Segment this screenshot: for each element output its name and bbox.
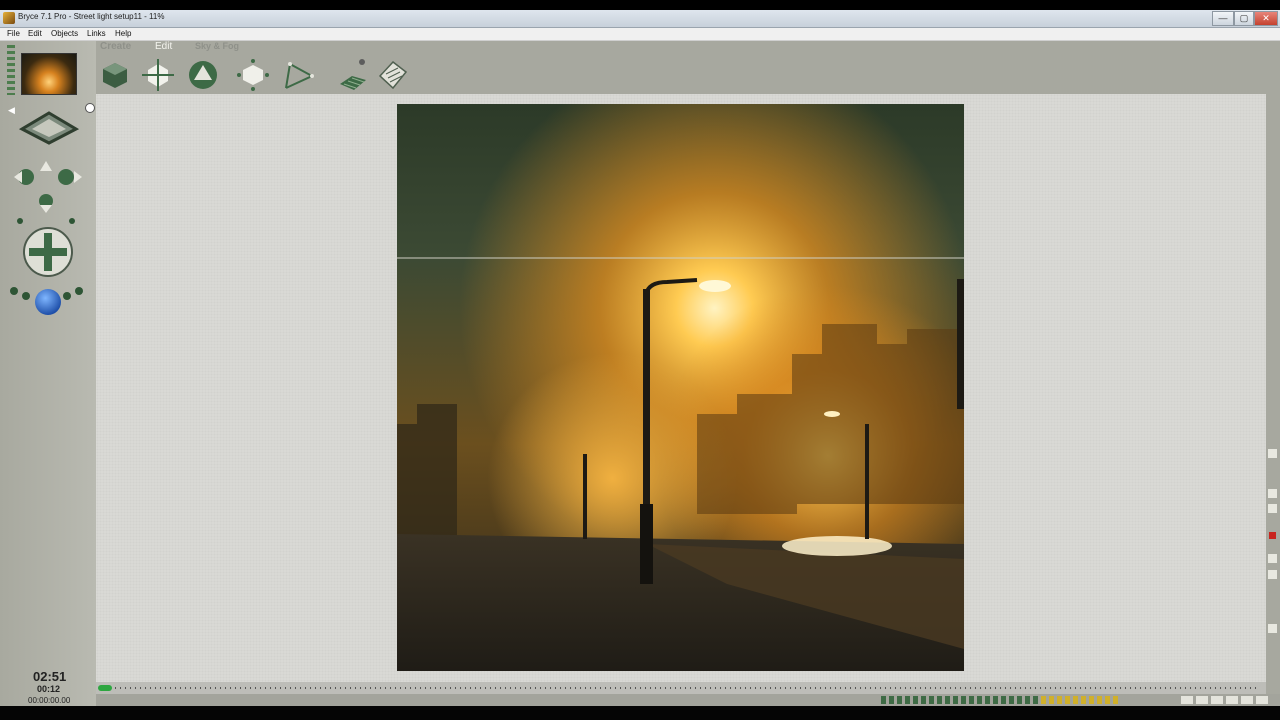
plop-render-icon[interactable] bbox=[1268, 570, 1277, 579]
right-tool-strip bbox=[1266, 94, 1280, 694]
tab-sky-fog[interactable]: Sky & Fog bbox=[195, 41, 239, 51]
render-remaining-timer: 00:12 bbox=[37, 684, 61, 694]
object-tool-icon[interactable] bbox=[236, 58, 270, 92]
animation-time-readout: 00:00:00.00 bbox=[28, 696, 71, 705]
options-dot-icon[interactable] bbox=[85, 103, 95, 113]
stop-render-icon[interactable] bbox=[1269, 532, 1276, 539]
display-mode-icon[interactable] bbox=[1268, 554, 1277, 563]
menu-bar: File Edit Objects Links Help bbox=[0, 28, 1280, 41]
camera-cross-control-icon[interactable] bbox=[8, 155, 88, 225]
cube-tool-icon[interactable] bbox=[98, 58, 132, 92]
menu-edit[interactable]: Edit bbox=[28, 29, 42, 38]
render-elapsed-timer: 02:51 bbox=[33, 669, 67, 684]
menu-objects[interactable]: Objects bbox=[51, 29, 78, 38]
tab-edit[interactable]: Edit bbox=[155, 41, 172, 52]
pencil-icon[interactable] bbox=[1268, 449, 1277, 458]
arrow-left-icon[interactable]: ◀ bbox=[8, 105, 18, 115]
playback-controls[interactable] bbox=[1181, 696, 1271, 704]
menu-help[interactable]: Help bbox=[115, 29, 131, 38]
menu-links[interactable]: Links bbox=[87, 29, 106, 38]
nano-preview[interactable] bbox=[21, 53, 77, 95]
object-type-selectors[interactable] bbox=[881, 696, 1041, 704]
render-preview bbox=[397, 104, 964, 671]
path-tool-icon[interactable] bbox=[282, 58, 316, 92]
screen-bottom-edge bbox=[0, 706, 1280, 720]
tab-create[interactable]: Create bbox=[100, 41, 131, 52]
render-options-icon[interactable] bbox=[1268, 504, 1277, 513]
minimize-button[interactable]: — bbox=[1212, 11, 1234, 26]
sky-direction-ball-icon[interactable] bbox=[6, 279, 90, 323]
sphere-tool-icon[interactable] bbox=[186, 58, 220, 92]
view-level-icon[interactable] bbox=[7, 45, 15, 95]
view-cube-icon[interactable] bbox=[18, 107, 80, 147]
family-selectors[interactable] bbox=[1041, 696, 1121, 704]
animation-timeline[interactable] bbox=[96, 682, 1266, 694]
light-tool-icon[interactable] bbox=[141, 58, 175, 92]
maximize-button[interactable]: ▢ bbox=[1234, 11, 1254, 26]
title-bar: Bryce 7.1 Pro - Street light setup11 - 1… bbox=[0, 10, 1280, 28]
street-light-render bbox=[397, 104, 964, 671]
close-button[interactable]: ✕ bbox=[1254, 11, 1278, 26]
timeline-ruler bbox=[100, 687, 1260, 689]
window-title: Bryce 7.1 Pro - Street light setup11 - 1… bbox=[18, 12, 165, 21]
bryce-app-icon bbox=[3, 12, 15, 24]
camera-trackball-icon[interactable] bbox=[20, 225, 76, 279]
material-tool-icon[interactable] bbox=[376, 58, 410, 92]
memory-dots-icon[interactable] bbox=[1268, 489, 1277, 498]
zoom-icon[interactable] bbox=[1268, 624, 1277, 633]
timeline-scrubber[interactable] bbox=[98, 685, 112, 691]
create-palette: Create Edit Sky & Fog bbox=[96, 41, 1280, 96]
selection-palette-bar bbox=[96, 694, 1280, 706]
menu-file[interactable]: File bbox=[7, 29, 20, 38]
terrain-tool-icon[interactable] bbox=[336, 58, 370, 92]
control-palette: ◀ 02:51 00:12 00:00:00.00 bbox=[0, 41, 96, 706]
